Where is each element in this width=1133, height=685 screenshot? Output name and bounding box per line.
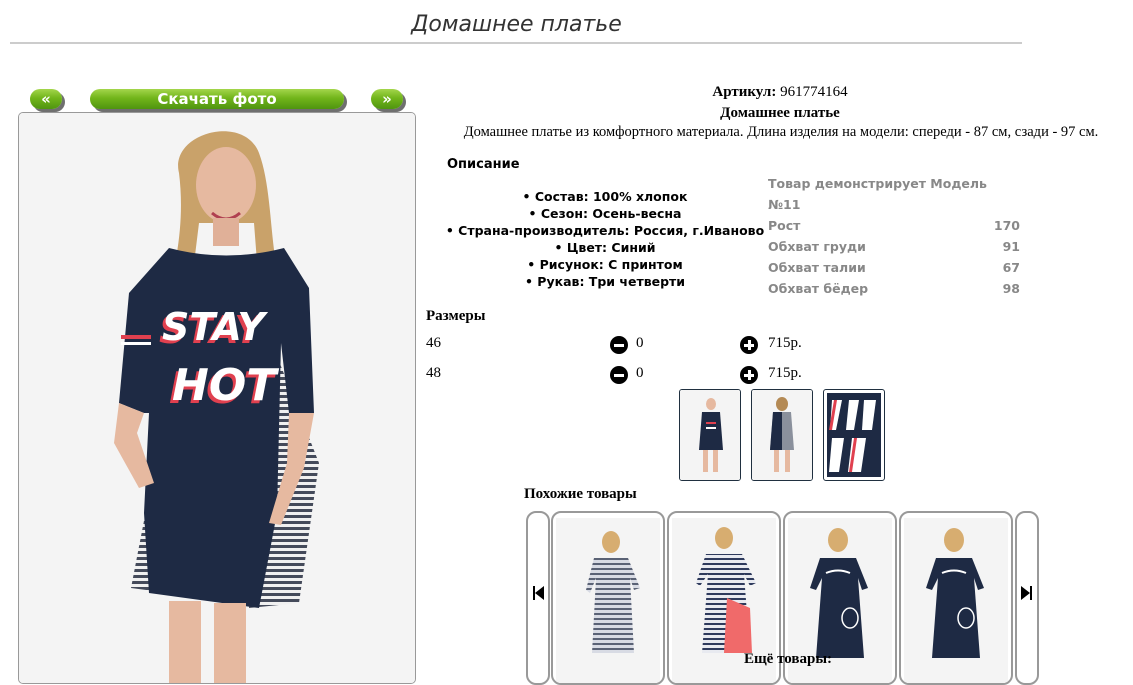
prev-photo-button[interactable]: « <box>30 89 62 109</box>
similar-product-image <box>556 518 660 683</box>
main-product-photo[interactable]: STAY STAY HOT HOT <box>18 112 416 684</box>
article-line: Артикул: 961774164 <box>430 84 1130 101</box>
similar-product-card[interactable] <box>551 511 665 685</box>
model-heading-text: Товар демонстрирует Модель №11 <box>768 176 987 212</box>
model-row-label: Рост <box>768 218 801 233</box>
size-row: 48 0 715р. <box>426 365 846 387</box>
model-row: Обхват талии 67 <box>768 257 1020 278</box>
article-label: Артикул: <box>712 84 777 100</box>
thumbnail-image <box>752 390 812 480</box>
increase-qty-icon[interactable] <box>740 366 758 384</box>
model-row-value: 170 <box>993 218 1020 233</box>
model-heading: Товар демонстрирует Модель №11 <box>768 173 1020 215</box>
price-value: 715р. <box>768 365 802 381</box>
model-row: Обхват бёдер 98 <box>768 278 1020 299</box>
spec-item: • Состав: 100% хлопок <box>522 189 688 204</box>
photo-thumbnail-back[interactable] <box>751 389 813 481</box>
more-products-heading: Ещё товары: <box>744 651 833 667</box>
thumbnail-image <box>827 393 881 477</box>
spec-item: • Сезон: Осень-весна <box>528 206 682 221</box>
model-row: Обхват груди 91 <box>768 236 1020 257</box>
model-row-label: Обхват талии <box>768 260 866 275</box>
similar-product-card[interactable] <box>899 511 1013 685</box>
size-value: 46 <box>426 335 441 351</box>
download-photo-button[interactable]: Скачать фото <box>90 89 344 109</box>
decrease-qty-icon[interactable] <box>610 366 628 384</box>
size-row: 46 0 715р. <box>426 335 846 357</box>
skip-forward-icon <box>1021 586 1032 600</box>
model-row-label: Обхват бёдер <box>768 281 869 296</box>
svg-text:HOT: HOT <box>172 360 279 411</box>
product-name: Домашнее платье <box>720 105 840 121</box>
carousel-next-button[interactable] <box>1015 511 1039 685</box>
model-row-value: 67 <box>1002 260 1020 275</box>
specs-heading: Описание <box>447 157 520 172</box>
increase-qty-icon[interactable] <box>740 336 758 354</box>
model-row-value: 91 <box>1002 239 1020 254</box>
qty-value: 0 <box>636 335 644 351</box>
next-photo-button[interactable]: » <box>371 89 403 109</box>
model-row-label: Обхват груди <box>768 239 866 254</box>
title-divider <box>10 42 1022 44</box>
similar-product-image <box>904 518 1008 683</box>
photo-thumbnail-detail[interactable] <box>823 389 885 481</box>
page-title: Домашнее платье <box>411 12 622 37</box>
sizes-heading: Размеры <box>426 308 486 324</box>
svg-text:STAY: STAY <box>162 305 268 349</box>
similar-heading: Похожие товары <box>524 486 637 502</box>
model-row: Рост 170 <box>768 215 1020 236</box>
skip-back-icon <box>533 586 544 600</box>
spec-item: • Страна-производитель: Россия, г.Иванов… <box>445 223 765 238</box>
article-value: 961774164 <box>780 84 848 100</box>
model-measurements: Товар демонстрирует Модель №11 Рост 170 О… <box>768 173 1020 299</box>
size-value: 48 <box>426 365 441 381</box>
product-description: Домашнее платье из комфортного материала… <box>463 124 1099 140</box>
thumbnail-image <box>680 390 740 480</box>
qty-value: 0 <box>636 365 644 381</box>
decrease-qty-icon[interactable] <box>610 336 628 354</box>
carousel-prev-button[interactable] <box>526 511 550 685</box>
specs-list: • Состав: 100% хлопок • Сезон: Осень-вес… <box>440 188 770 290</box>
model-dress-image: STAY STAY HOT HOT <box>19 113 415 683</box>
spec-item: • Цвет: Синий <box>554 240 656 255</box>
spec-item: • Рукав: Три четверти <box>524 274 686 289</box>
spec-item: • Рисунок: С принтом <box>527 257 683 272</box>
price-value: 715р. <box>768 335 802 351</box>
model-row-value: 98 <box>1002 281 1020 296</box>
photo-thumbnail-front[interactable] <box>679 389 741 481</box>
